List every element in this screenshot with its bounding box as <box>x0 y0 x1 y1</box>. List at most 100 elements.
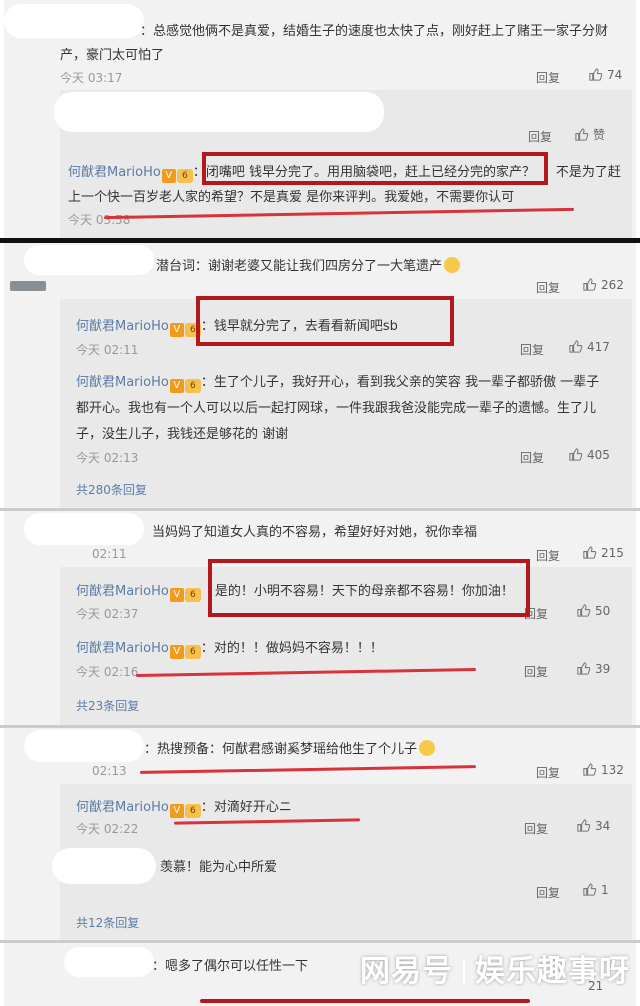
like-count: 405 <box>587 447 610 462</box>
reply-time: 今天 02:13 <box>76 451 139 465</box>
reply-text: 都开心。我也有一个人可以以后一起打网球，一件我跟我爸没能完成一辈子的遗憾。生了儿 <box>76 401 597 416</box>
like-count: 50 <box>595 603 611 618</box>
verified-badge: V <box>169 323 184 337</box>
reply-area: 何猷君MarioHo V 6 ：对滴好开心ニ 今天 02:22 回复 34 <box>60 784 632 844</box>
comment-time: 02:13 <box>92 764 127 778</box>
blurred-avatar <box>4 4 144 38</box>
like-count: 34 <box>595 818 611 833</box>
reply-line: 何猷君MarioHo V 6 ：对滴好开心ニ <box>76 796 292 818</box>
like-button[interactable]: 39 <box>576 661 610 676</box>
reply-button[interactable]: 回复 <box>536 69 560 86</box>
like-count: 74 <box>607 67 623 82</box>
like-button[interactable]: 1 <box>582 882 609 897</box>
divider <box>463 959 465 985</box>
username-link[interactable]: 何猷君MarioHo <box>76 800 169 815</box>
username-link[interactable]: 何猷君MarioHo <box>76 375 169 390</box>
more-replies-link[interactable]: 共23条回复 <box>76 697 139 714</box>
reply-button[interactable]: 回复 <box>536 884 560 901</box>
thumbs-up-icon <box>583 883 597 896</box>
comment-time: 今天 03:17 <box>60 71 123 85</box>
thumbs-up-icon <box>589 68 603 81</box>
underline-mark <box>139 765 477 774</box>
reply-line: 何猷君MarioHo V 6 ：对的！！做妈妈不容易！！！ <box>76 637 383 659</box>
verified-badge: V <box>169 588 184 602</box>
username-link[interactable]: 何猷君MarioHo <box>68 165 161 180</box>
level-badge: 6 <box>184 804 201 818</box>
thumbs-up-icon <box>569 448 583 461</box>
reply-time: 今天 02:11 <box>76 343 139 357</box>
verified-badge: V <box>169 379 184 393</box>
like-count: 132 <box>601 762 624 777</box>
reply-time: 今天 02:37 <box>76 607 139 621</box>
like-button[interactable]: 215 <box>582 545 624 560</box>
comment-block-2: 潜台词：谢谢老婆又能让我们四房分了一大笔遗产 回复 262 何猷君MarioHo… <box>4 243 636 508</box>
comment-time: 02:11 <box>92 547 127 561</box>
reply-text: ：对的！！做妈妈不容易！！！ <box>200 641 383 656</box>
verified-badge: V <box>169 804 184 818</box>
thumbs-up-icon <box>577 604 591 617</box>
thumbs-up-icon <box>583 763 597 776</box>
like-count: 1 <box>601 882 609 897</box>
like-button[interactable]: 405 <box>568 447 610 462</box>
highlight-box <box>202 152 548 185</box>
like-count: 39 <box>595 661 611 676</box>
reply-button[interactable]: 回复 <box>536 547 560 564</box>
username-link[interactable]: 何猷君MarioHo <box>76 641 169 656</box>
comment-text: ：热搜预备：何猷君感谢奚梦瑶给他生了个儿子 <box>144 738 436 757</box>
like-button[interactable]: 50 <box>576 603 610 618</box>
comment-text: 当妈妈了知道女人真的不容易，希望好好对她，祝你幸福 <box>152 525 478 540</box>
comment-body: ：热搜预备：何猷君感谢奚梦瑶给他生了个儿子 <box>144 742 418 757</box>
like-button[interactable]: 417 <box>568 339 610 354</box>
level-badge: 6 <box>184 588 201 602</box>
blurred-name <box>64 947 154 977</box>
reply-button[interactable]: 回复 <box>536 279 560 296</box>
reply-button[interactable]: 回复 <box>520 449 544 466</box>
more-replies-link[interactable]: 共12条回复 <box>76 914 139 931</box>
reply-button[interactable]: 回复 <box>520 341 544 358</box>
reply-text: ：对滴好开心ニ <box>200 800 292 815</box>
verified-badge: V <box>169 645 184 659</box>
username-link[interactable]: 何猷君MarioHo <box>76 584 169 599</box>
like-button[interactable]: 132 <box>582 762 624 777</box>
reply-text: ：生了个儿子，我好开心，看到我父亲的笑容 我一辈子都骄傲 一辈子 <box>200 375 600 390</box>
reply-text: 羡慕！能为心中所爱 <box>160 860 278 875</box>
watermark: 网易号 娱乐趣事呀 <box>360 946 630 990</box>
more-replies-link[interactable]: 共280条回复 <box>76 481 147 498</box>
reply-time: 今天 02:22 <box>76 822 139 836</box>
watermark-account: 娱乐趣事呀 <box>475 954 630 989</box>
comment-block-4: ：热搜预备：何猷君感谢奚梦瑶给他生了个儿子 02:13 回复 132 何猷君Ma… <box>4 728 636 940</box>
reply-text: 不是为了赶 <box>555 165 621 180</box>
reply-button[interactable]: 回复 <box>528 128 552 145</box>
reply-area: 羡慕！能为心中所爱 回复 1 共12条回复 <box>52 844 632 940</box>
level-badge: 6 <box>184 379 201 393</box>
reply-button[interactable]: 回复 <box>524 663 548 680</box>
blurred-name <box>24 245 154 275</box>
avatar <box>10 281 46 291</box>
like-count: 417 <box>587 339 610 354</box>
like-button[interactable]: 262 <box>582 277 624 292</box>
username-link[interactable]: 何猷君MarioHo <box>76 319 169 334</box>
doge-emoji-icon <box>444 257 461 273</box>
thumbs-up-icon <box>583 546 597 559</box>
comment-text: ：总感觉他俩不是真爱，结婚生子的速度也太快了点，刚好赶上了赌王一家子分财 <box>140 24 609 39</box>
blurred-name <box>24 730 144 762</box>
thumbs-up-icon <box>577 819 591 832</box>
reply-time: 今天 03:58 <box>68 213 131 227</box>
underline-mark <box>200 999 530 1003</box>
comment-body: 潜台词：谢谢老婆又能让我们四房分了一大笔遗产 <box>156 259 443 274</box>
like-button[interactable]: 赞 <box>574 126 605 143</box>
verified-badge: V <box>161 169 176 183</box>
reply-time: 今天 02:16 <box>76 665 139 679</box>
level-badge: 6 <box>176 169 193 183</box>
reply-button[interactable]: 回复 <box>536 764 560 781</box>
like-button[interactable]: 34 <box>576 818 610 833</box>
reply-text: 上一个快一百岁老人家的希望？不是真爱 是你来评判。我爱她，不需要你认可 <box>68 190 515 205</box>
comment-text: 潜台词：谢谢老婆又能让我们四房分了一大笔遗产 <box>156 255 461 274</box>
like-button[interactable]: 74 <box>588 67 622 82</box>
highlight-box <box>196 296 454 346</box>
reply-button[interactable]: 回复 <box>524 820 548 837</box>
reply-text: 子，没生儿子，我钱还是够花的 谢谢 <box>76 427 289 442</box>
reply-line: 何猷君MarioHo V 6 ：生了个儿子，我好开心，看到我父亲的笑容 我一辈子都骄傲… <box>76 371 599 393</box>
blurred-reply <box>54 92 384 132</box>
watermark-source: 网易号 <box>360 954 453 989</box>
